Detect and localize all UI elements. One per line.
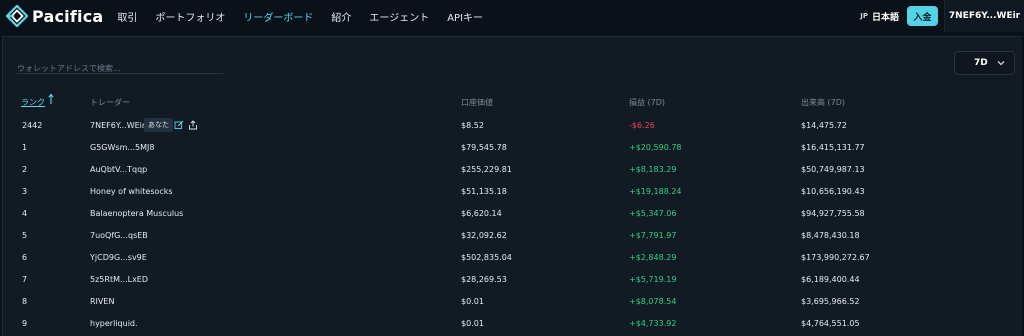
leaderboard-panel: 7D ランク トレーダー 口座価値 損益 (7D) 出来高 (7D) 2442 7… [2,36,1022,336]
volume-cell: $3,695,966.52 [801,297,860,306]
volume-cell: $94,927,755.58 [801,209,865,218]
trader-cell[interactable]: Balaenoptera Musculus [90,209,183,218]
trader-cell[interactable]: AuQbtV...Tqqp [90,165,147,174]
rank-cell: 9 [22,319,28,328]
column-header-trader[interactable]: トレーダー [90,97,130,108]
you-badge: あなた [144,118,173,132]
rank-cell: 6 [22,253,28,262]
table-row[interactable]: 1 G5GWsm...5MJ8 $79,545.78 +$20,590.78 $16,4… [3,137,1021,159]
rank-cell: 8 [22,297,28,306]
trader-cell[interactable]: 5z5RtM...LxED [90,275,148,284]
chevron-down-icon [997,61,1005,66]
table-row[interactable]: 8 RIVEN $0.01 +$8,078.54 $3,695,966.52 [3,291,1021,313]
brand-logo[interactable]: Pacifica [6,5,103,27]
table-row[interactable]: 2 AuQbtV...Tqqp $255,229.81 +$8,183.29 $50,7… [3,159,1021,181]
pnl-cell: +$2,848.29 [629,253,677,262]
account-value-cell: $32,092.62 [461,231,507,240]
deposit-button[interactable]: 入金 [907,6,938,26]
table-row[interactable]: 4 Balaenoptera Musculus $6,620.14 +$5,347.0… [3,203,1021,225]
sort-ascending-icon[interactable] [48,93,54,105]
trader-cell[interactable]: G5GWsm...5MJ8 [90,143,154,152]
language-label: 日本語 [871,12,899,23]
column-header-volume[interactable]: 出来高 (7D) [801,97,845,108]
wallet-search-input[interactable] [17,60,223,77]
period-dropdown[interactable]: 7D [954,51,1015,75]
rank-cell: 4 [22,209,28,218]
account-value-cell: $79,545.78 [461,143,507,152]
edit-icon[interactable] [174,120,184,130]
volume-cell: $8,478,430.18 [801,231,860,240]
rank-cell: 7 [22,275,28,284]
pnl-cell: +$4,733.92 [629,319,677,328]
nav-item-leaderboard[interactable]: リーダーボード [243,9,313,24]
volume-cell: $50,749,987.13 [801,165,865,174]
pnl-cell: +$19,188.24 [629,187,682,196]
pnl-cell: +$8,078.54 [629,297,677,306]
rank-cell: 5 [22,231,28,240]
volume-cell: $10,656,190.43 [801,187,865,196]
pnl-cell: +$5,719.19 [629,275,677,284]
header-right-tools: JP 日本語 入金 7NEF6Y...WEir [860,0,1024,32]
trader-cell[interactable]: YjCD9G...sv9E [90,253,147,262]
account-value-cell: $28,269.53 [461,275,507,284]
account-value-cell: $6,620.14 [461,209,502,218]
trader-cell[interactable]: 7NEF6Y...WEir [90,121,145,130]
table-row[interactable]: 6 YjCD9G...sv9E $502,835.04 +$2,848.29 $173,… [3,247,1021,269]
account-value-cell: $0.01 [461,319,484,328]
volume-cell: $16,415,131.77 [801,143,865,152]
column-header-pnl[interactable]: 損益 (7D) [629,97,665,108]
table-row[interactable]: 7 5z5RtM...LxED $28,269.53 +$5,719.19 $6,189… [3,269,1021,291]
column-header-account-value[interactable]: 口座価値 [461,97,493,108]
table-row[interactable]: 2442 7NEF6Y...WEir $8.52 -$6.26 $14,475.72 あな… [3,115,1021,137]
wallet-button[interactable]: 7NEF6Y...WEir [944,0,1024,32]
volume-cell: $14,475.72 [801,121,847,130]
wallet-search [17,56,223,77]
rank-cell: 2442 [22,121,43,130]
nav-item-api-keys[interactable]: APIキー [447,9,483,24]
table-row[interactable]: 5 7uoQfG...qsEB $32,092.62 +$7,791.97 $8,478… [3,225,1021,247]
account-value-cell: $51,135.18 [461,187,507,196]
nav-item-referral[interactable]: 紹介 [331,9,351,24]
pacifica-logo-icon [6,5,28,27]
language-selector[interactable]: JP 日本語 [860,10,899,23]
nav-item-portfolio[interactable]: ポートフォリオ [155,9,225,24]
nav-item-agent[interactable]: エージェント [369,9,429,24]
pnl-cell: -$6.26 [629,121,655,130]
brand-name: Pacifica [32,6,104,26]
trader-cell[interactable]: hyperliquid. [90,319,138,328]
period-selected-label: 7D [974,58,988,68]
rank-cell: 3 [22,187,28,196]
trader-cell[interactable]: 7uoQfG...qsEB [90,231,148,240]
table-row[interactable]: 3 Honey of whitesocks $51,135.18 +$19,188.2… [3,181,1021,203]
pnl-cell: +$20,590.78 [629,143,682,152]
language-code: JP [860,12,868,20]
rank-cell: 2 [22,165,28,174]
pnl-cell: +$8,183.29 [629,165,677,174]
volume-cell: $173,990,272.67 [801,253,870,262]
account-value-cell: $255,229.81 [461,165,512,174]
volume-cell: $6,189,400.44 [801,275,860,284]
pnl-cell: +$7,791.97 [629,231,677,240]
nav-item-trade[interactable]: 取引 [117,9,137,24]
table-row[interactable]: 9 hyperliquid. $0.01 +$4,733.92 $4,764,551.0… [3,313,1021,335]
column-header-rank[interactable]: ランク [21,97,45,108]
rank-cell: 1 [22,143,28,152]
account-value-cell: $0.01 [461,297,484,306]
account-value-cell: $502,835.04 [461,253,512,262]
trader-cell[interactable]: Honey of whitesocks [90,187,173,196]
pnl-cell: +$5,347.06 [629,209,677,218]
main-nav: 取引 ポートフォリオ リーダーボード 紹介 エージェント APIキー [117,9,501,24]
volume-cell: $4,764,551.05 [801,319,860,328]
share-icon[interactable] [188,120,198,130]
account-value-cell: $8.52 [461,121,484,130]
trader-cell[interactable]: RIVEN [90,297,114,306]
top-navigation-bar: Pacifica 取引 ポートフォリオ リーダーボード 紹介 エージェント AP… [0,0,1024,32]
